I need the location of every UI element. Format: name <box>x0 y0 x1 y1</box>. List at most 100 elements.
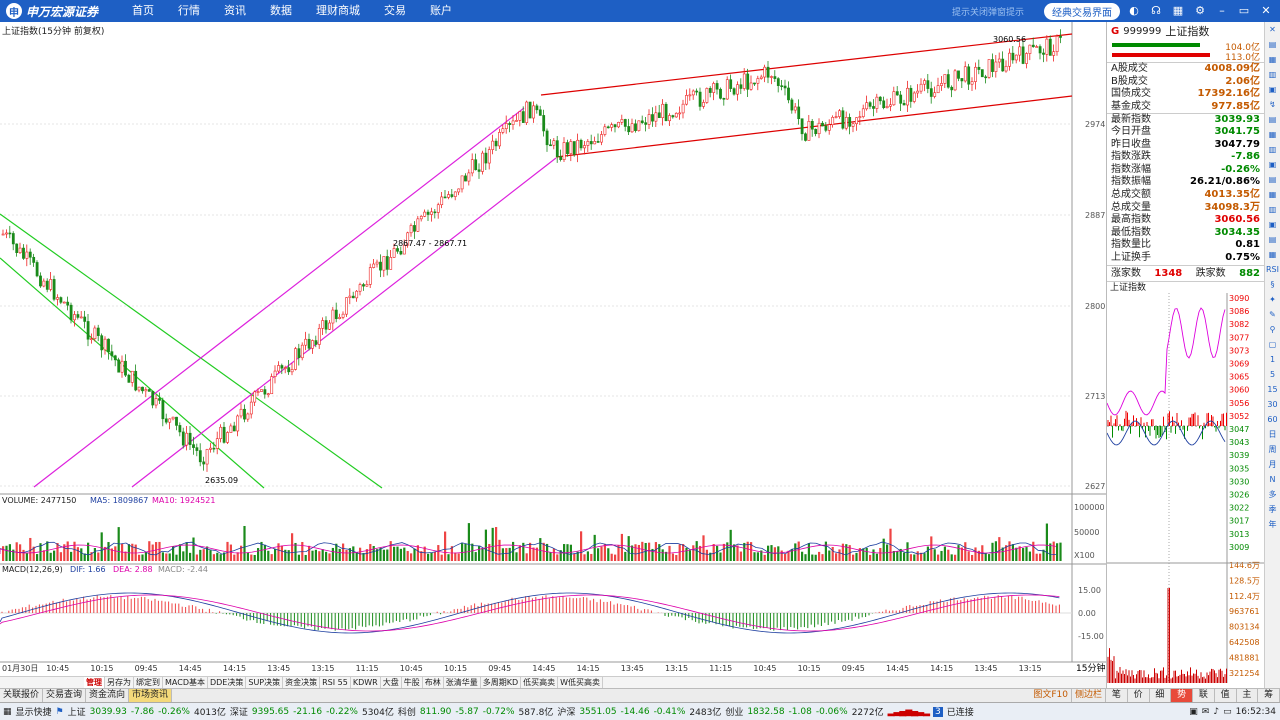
indicator-tab[interactable]: 另存为 <box>105 677 134 688</box>
cy-name[interactable]: 创业 <box>725 705 743 718</box>
kc-name[interactable]: 科创 <box>398 705 416 718</box>
tool-button[interactable]: ▥ <box>1265 142 1280 157</box>
candle-body <box>1048 38 1052 56</box>
quote-tab[interactable]: 值 <box>1215 689 1237 702</box>
volume-bar <box>209 550 212 561</box>
tool-button[interactable]: ▦ <box>1265 52 1280 67</box>
tool-button[interactable]: 日 <box>1265 427 1280 442</box>
quote-tab[interactable]: 价 <box>1128 689 1150 702</box>
classic-trade-button[interactable]: 经典交易界面 <box>1044 2 1120 20</box>
minimize-icon[interactable]: – <box>1214 3 1230 19</box>
indicator-tab[interactable]: DDE决策 <box>208 677 247 688</box>
tool-button[interactable]: ▣ <box>1265 217 1280 232</box>
grid-icon[interactable]: ▦ <box>1170 3 1186 19</box>
indicator-tab[interactable]: 张清华量 <box>444 677 481 688</box>
tool-button[interactable]: ▥ <box>1265 67 1280 82</box>
tool-button[interactable]: 季 <box>1265 502 1280 517</box>
lock-icon[interactable]: ▣ <box>1189 707 1198 717</box>
tool-button[interactable]: 60 <box>1265 412 1280 427</box>
tool-button[interactable]: ▤ <box>1265 172 1280 187</box>
tool-button[interactable]: 30 <box>1265 397 1280 412</box>
tool-button[interactable]: ▣ <box>1265 82 1280 97</box>
indicator-tab[interactable]: 绑定到 <box>134 677 163 688</box>
tool-button[interactable]: ▤ <box>1265 232 1280 247</box>
skin-icon[interactable]: ◐ <box>1126 3 1142 19</box>
nav-market-news[interactable]: 市场资讯 <box>129 689 173 702</box>
trend-channel-line[interactable] <box>33 107 525 488</box>
indicator-tab[interactable]: SUP决策 <box>246 677 284 688</box>
indicator-tab[interactable]: 管理 <box>84 677 105 688</box>
indicator-tab[interactable]: 布林 <box>423 677 444 688</box>
tool-button[interactable]: ✎ <box>1265 307 1280 322</box>
tool-button[interactable]: ▦ <box>1265 187 1280 202</box>
tool-button[interactable]: ▥ <box>1265 202 1280 217</box>
kline-chart[interactable]: 2974 2887 2800 2713 2627 VOLUME: 2477150 MA5:… <box>0 22 1106 676</box>
menu-data[interactable]: 数据 <box>258 0 304 22</box>
menu-news[interactable]: 资讯 <box>212 0 258 22</box>
trend-channel-line[interactable] <box>0 213 383 489</box>
tool-button[interactable]: § <box>1265 277 1280 292</box>
headset-icon[interactable]: ☊ <box>1148 3 1164 19</box>
indicator-tab[interactable]: 低买高卖 <box>521 677 559 688</box>
tool-button[interactable]: RSI <box>1265 262 1280 277</box>
candle-body <box>90 338 93 340</box>
menu-home[interactable]: 首页 <box>120 0 166 22</box>
hs-name[interactable]: 沪深 <box>557 705 575 718</box>
candle-body <box>1025 53 1028 64</box>
intraday-mini-chart[interactable]: 3090 3086 3082 3077 3073 3069 3065 3060 3056 3052… <box>1106 292 1264 693</box>
monitor-icon[interactable]: ▭ <box>1223 707 1232 717</box>
tool-button[interactable]: ✕ <box>1265 22 1280 37</box>
indicator-tab[interactable]: KDWR <box>351 677 381 688</box>
tool-button[interactable]: 1 <box>1265 352 1280 367</box>
quote-tab[interactable]: 势 <box>1171 689 1193 702</box>
tool-button[interactable]: ▦ <box>1265 247 1280 262</box>
nav-fund-flow[interactable]: 资金流向 <box>86 689 130 702</box>
nav-trade-query[interactable]: 交易查询 <box>43 689 87 702</box>
tool-button[interactable]: N <box>1265 472 1280 487</box>
close-icon[interactable]: ✕ <box>1258 3 1274 19</box>
menu-trade[interactable]: 交易 <box>372 0 418 22</box>
nav-related-quote[interactable]: 关联报价 <box>0 689 44 702</box>
indicator-tab[interactable]: W低买高卖 <box>558 677 604 688</box>
bell-icon[interactable]: ♪ <box>1213 707 1219 717</box>
tool-button[interactable]: 月 <box>1265 457 1280 472</box>
tool-button[interactable]: 5 <box>1265 367 1280 382</box>
mail-icon[interactable]: ✉ <box>1202 707 1210 717</box>
quote-tab[interactable]: 笔 <box>1106 689 1128 702</box>
nav-sidebar[interactable]: 侧边栏 <box>1072 689 1106 702</box>
tool-button[interactable]: 多 <box>1265 487 1280 502</box>
quote-tab[interactable]: 主 <box>1237 689 1259 702</box>
indicator-tab[interactable]: 多周期KD <box>481 677 522 688</box>
shortcut-toggle[interactable]: 显示快捷 <box>16 705 52 718</box>
tool-button[interactable]: ✦ <box>1265 292 1280 307</box>
indicator-tab[interactable]: 资金决策 <box>283 677 321 688</box>
settings-icon[interactable]: ⚙ <box>1192 3 1208 19</box>
quote-tab[interactable]: 筹 <box>1258 689 1280 702</box>
menu-wealth-mall[interactable]: 理财商城 <box>304 0 372 22</box>
trend-channel-line[interactable] <box>131 157 557 488</box>
indicator-tab[interactable]: MACD基本 <box>163 677 208 688</box>
tool-button[interactable]: ▢ <box>1265 337 1280 352</box>
grid-small-icon[interactable]: ▦ <box>3 707 12 717</box>
indicator-tab[interactable]: 牛股 <box>402 677 423 688</box>
tool-button[interactable]: 15 <box>1265 382 1280 397</box>
tool-button[interactable]: 年 <box>1265 517 1280 532</box>
sz-name[interactable]: 深证 <box>230 705 248 718</box>
tool-button[interactable]: ↯ <box>1265 97 1280 112</box>
quote-tab[interactable]: 联 <box>1193 689 1215 702</box>
indicator-tab[interactable]: 大盘 <box>381 677 402 688</box>
tool-button[interactable]: ▤ <box>1265 112 1280 127</box>
tool-button[interactable]: ⚲ <box>1265 322 1280 337</box>
menu-quotes[interactable]: 行情 <box>166 0 212 22</box>
sh-name[interactable]: 上证 <box>68 705 86 718</box>
indicator-tab[interactable]: RSI 55 <box>320 677 351 688</box>
tool-button[interactable]: ▦ <box>1265 127 1280 142</box>
period-label[interactable]: 15分钟 <box>1076 662 1105 674</box>
nav-f10[interactable]: 图文F10 <box>1030 689 1072 702</box>
tool-button[interactable]: ▣ <box>1265 157 1280 172</box>
tool-button[interactable]: ▤ <box>1265 37 1280 52</box>
quote-tab[interactable]: 细 <box>1150 689 1172 702</box>
maximize-icon[interactable]: ▭ <box>1236 3 1252 19</box>
tool-button[interactable]: 周 <box>1265 442 1280 457</box>
menu-account[interactable]: 账户 <box>418 0 464 22</box>
